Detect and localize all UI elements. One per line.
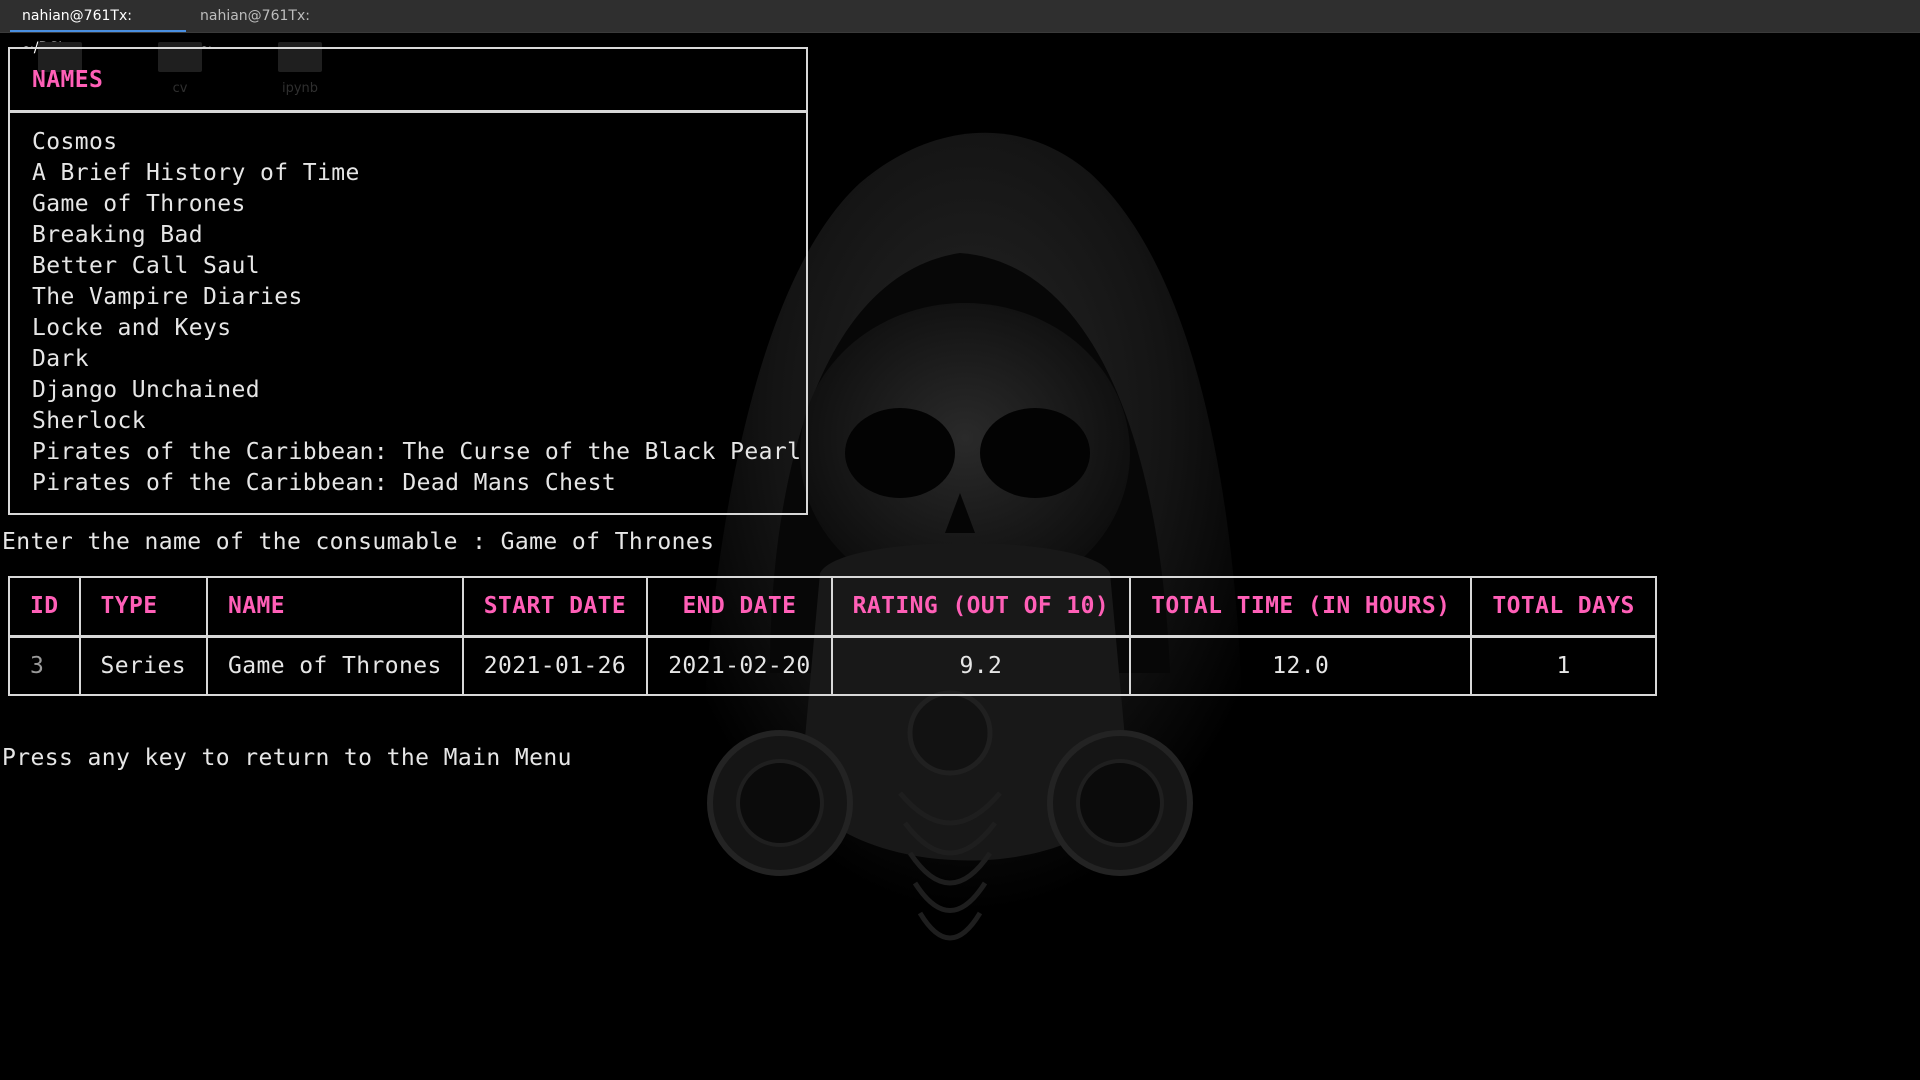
cell-total-days: 1 <box>1470 635 1657 696</box>
terminal-tab-bar: nahian@761Tx: ~/DSI nahian@761Tx: ~ <box>0 0 1920 56</box>
column-header-id: ID <box>8 576 81 637</box>
names-panel: NAMES Cosmos A Brief History of Time Gam… <box>8 47 808 515</box>
list-item: Pirates of the Caribbean: Dead Mans Ches… <box>32 470 617 496</box>
list-item: Cosmos <box>32 129 118 155</box>
terminal-output: NAMES Cosmos A Brief History of Time Gam… <box>0 33 1920 1080</box>
column-header-type: TYPE <box>78 576 208 637</box>
cell-total-time: 12.0 <box>1129 635 1473 696</box>
list-item: Pirates of the Caribbean: The Curse of t… <box>32 439 802 465</box>
tab-dsi[interactable]: nahian@761Tx: ~/DSI <box>10 0 186 56</box>
cell-start-date: 2021-01-26 <box>461 635 649 696</box>
list-item: Sherlock <box>32 408 146 434</box>
column-header-name: NAME <box>205 576 464 637</box>
cell-type: Series <box>78 635 208 696</box>
list-item: Game of Thrones <box>32 191 246 217</box>
column-header-rating: RATING (OUT OF 10) <box>830 576 1132 637</box>
list-item: Better Call Saul <box>32 253 260 279</box>
table-header-row: ID TYPE NAME START DATE END DATE RATING … <box>8 576 1657 637</box>
list-item: Locke and Keys <box>32 315 232 341</box>
list-item: The Vampire Diaries <box>32 284 303 310</box>
list-item: Django Unchained <box>32 377 260 403</box>
column-header-start-date: START DATE <box>461 576 649 637</box>
list-item: Dark <box>32 346 89 372</box>
column-header-total-time: TOTAL TIME (IN HOURS) <box>1129 576 1473 637</box>
cell-name: Game of Thrones <box>205 635 464 696</box>
input-prompt-line: Enter the name of the consumable : Game … <box>2 529 715 555</box>
list-item: Breaking Bad <box>32 222 203 248</box>
result-table: ID TYPE NAME START DATE END DATE RATING … <box>8 576 1657 696</box>
cell-end-date: 2021-02-20 <box>646 635 833 696</box>
column-header-end-date: END DATE <box>646 576 833 637</box>
list-item: A Brief History of Time <box>32 160 360 186</box>
names-list: Cosmos A Brief History of Time Game of T… <box>10 113 806 499</box>
column-header-total-days: TOTAL DAYS <box>1470 576 1657 637</box>
return-to-menu-message: Press any key to return to the Main Menu <box>2 745 572 771</box>
cell-rating: 9.2 <box>830 635 1132 696</box>
names-panel-title: NAMES <box>10 49 806 113</box>
cell-id: 3 <box>8 635 81 696</box>
tab-home[interactable]: nahian@761Tx: ~ <box>188 0 338 56</box>
table-row: 3 Series Game of Thrones 2021-01-26 2021… <box>8 635 1657 696</box>
